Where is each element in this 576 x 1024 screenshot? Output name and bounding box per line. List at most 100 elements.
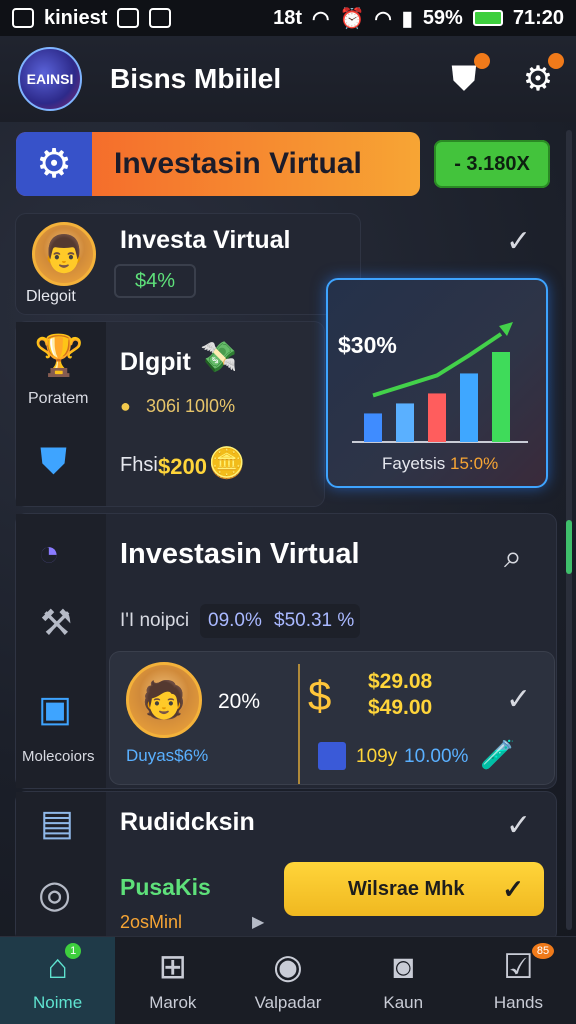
bottom-title: Rudidcksin [120, 808, 255, 836]
clock: 71:20 [512, 6, 564, 29]
chevron-down-icon[interactable]: ✓ [506, 224, 531, 259]
battery-icon [472, 10, 503, 26]
confirm-button[interactable]: Wilsrae Mhk ✓ [284, 862, 544, 916]
detail-bottom-value: 10.00% [404, 746, 469, 767]
chart-footer-label: Fayetsis [382, 454, 446, 473]
camera-icon: ◙ [392, 947, 414, 986]
chart-bar [492, 352, 510, 442]
nav-item-valpadar[interactable]: ◉ Valpadar [230, 937, 345, 1024]
investor-avatar: 🧑 [126, 662, 202, 738]
check-icon: ✓ [502, 873, 524, 904]
nav-badge: 1 [65, 943, 82, 959]
shield-button[interactable]: ⛊ [444, 53, 490, 99]
amount-1: $29.08 [368, 670, 433, 693]
arrow-right-icon: ▶ [252, 914, 265, 931]
invest-side-strip [16, 514, 106, 788]
investor-caption: Duyas$6% [126, 746, 209, 765]
dial-icon[interactable]: ◎ [38, 872, 71, 917]
divider [298, 664, 300, 784]
investor-percent: 20% [218, 690, 261, 713]
folder-icon[interactable]: ▣ [38, 688, 72, 730]
chevron-down-icon[interactable]: ✓ [506, 682, 531, 717]
deposit-side-label: Poratem [28, 390, 89, 407]
avatar: 👨 [32, 222, 96, 286]
status-bar: kiniest 18t ◠ ⏰ ◠ ▮ 59% 71:20 [0, 0, 576, 36]
nav-label: Noime [33, 992, 83, 1012]
hero-title: Investasin Virtual [114, 147, 362, 180]
chart-icon [318, 742, 346, 770]
deposit-line1: 306i 10l0% [146, 396, 236, 416]
shield-icon[interactable]: ⛊ [40, 440, 67, 483]
amount-2: $49.00 [368, 696, 433, 719]
image-icon [117, 8, 140, 28]
gear-badge [548, 53, 564, 69]
notification-icon [12, 8, 34, 28]
trend-arrow [499, 322, 513, 336]
invest-stats-a: 09.0% [208, 610, 262, 631]
clipboard-check-icon: ☑ [503, 947, 534, 986]
nav-item-kaun[interactable]: ◙ Kaun [346, 937, 461, 1024]
deposit-line2-value: $200 [158, 454, 207, 479]
wifi-icon: ◠ [311, 7, 330, 30]
deposit-line2-label: Fhsi [120, 454, 158, 476]
invest-stats-b: $50.31 % [274, 610, 355, 631]
settings-button[interactable]: ⚙ [518, 53, 564, 99]
wifi-icon-2: ◠ [374, 7, 392, 30]
alarm-icon: ⏰ [339, 7, 365, 30]
app-title: Bisns Mbiilel [110, 63, 282, 94]
clipboard-icon[interactable]: ▤ [40, 802, 74, 844]
nav-label: Kaun [383, 992, 424, 1012]
bottom-orange-label: 2osMinl [120, 912, 183, 932]
chart-bar [364, 413, 382, 442]
shield-badge [474, 53, 490, 69]
hero-banner[interactable]: ⚙ Investasin Virtual [16, 132, 420, 196]
bag-icon [149, 8, 172, 28]
gauge-icon: ◉ [273, 947, 303, 986]
chevron-down-icon[interactable]: ✓ [506, 808, 531, 843]
cash-icon: 💸 [200, 341, 238, 374]
potion-icon: 🧪 [480, 739, 515, 770]
gauge-icon[interactable]: ◔ [38, 532, 60, 574]
status-carrier: kiniest [44, 6, 108, 29]
confirm-button-label: Wilsrae Mhk [348, 877, 465, 900]
dollar-coin-icon: $ [308, 672, 332, 719]
trophy-icon: 🏆 [34, 334, 84, 378]
trend-line [372, 332, 503, 398]
gear-icon: ⚙ [16, 132, 92, 196]
nav-label: Hands [493, 992, 543, 1012]
profile-percent: $4% [114, 264, 196, 298]
logo-text: EAINSI [26, 71, 74, 87]
profile-card[interactable]: 👨 Dlegoit Investa Virtual $4% [16, 214, 360, 314]
profile-caption: Dlegoit [26, 288, 76, 305]
coins-icon: 🪙 [208, 447, 246, 480]
chart-bar [428, 393, 446, 442]
bottom-green-label: PusaKis [120, 874, 211, 900]
app-logo[interactable]: EAINSI [18, 47, 82, 111]
nav-label: Marok [149, 992, 197, 1012]
detail-bottom-label: 109y [356, 746, 398, 767]
chart-bar [460, 373, 478, 442]
nav-item-marok[interactable]: ⊞ Marok [115, 937, 230, 1024]
scrollbar-thumb[interactable] [566, 520, 572, 574]
invest-side-label: Molecoiors [22, 748, 95, 765]
chart-footer-value: 15:0% [450, 454, 499, 473]
deposit-title: Dlgpit [120, 348, 191, 376]
profile-name: Investa Virtual [120, 226, 291, 254]
tools-icon[interactable]: ⚒ [40, 602, 72, 644]
chart-card[interactable]: $30% Fayetsis 15:0% [326, 278, 548, 488]
shield-icon: ⛊ [451, 59, 477, 98]
balance-pill[interactable]: - 3.180X [434, 140, 550, 188]
chart-bar [396, 403, 414, 442]
invest-title: Investasin Virtual [120, 538, 360, 570]
nav-item-hands[interactable]: ☑ Hands 85 [461, 937, 576, 1024]
search-icon[interactable]: ⌕ [504, 538, 522, 576]
signal-icon: ▮ [401, 7, 413, 30]
battery-percent: 59% [422, 6, 463, 29]
nav-label: Valpadar [254, 992, 322, 1012]
nav-item-home[interactable]: ⌂ Noime 1 [0, 937, 116, 1024]
app-header: EAINSI Bisns Mbiilel ⛊ ⚙ [0, 36, 576, 122]
clipboard-icon: ⊞ [158, 947, 188, 986]
bottom-nav: ⌂ Noime 1 ⊞ Marok ◉ Valpadar ◙ Kaun ☑ Ha… [0, 936, 576, 1024]
nav-badge: 85 [532, 943, 555, 959]
invest-label: I'I noipci [120, 610, 190, 631]
